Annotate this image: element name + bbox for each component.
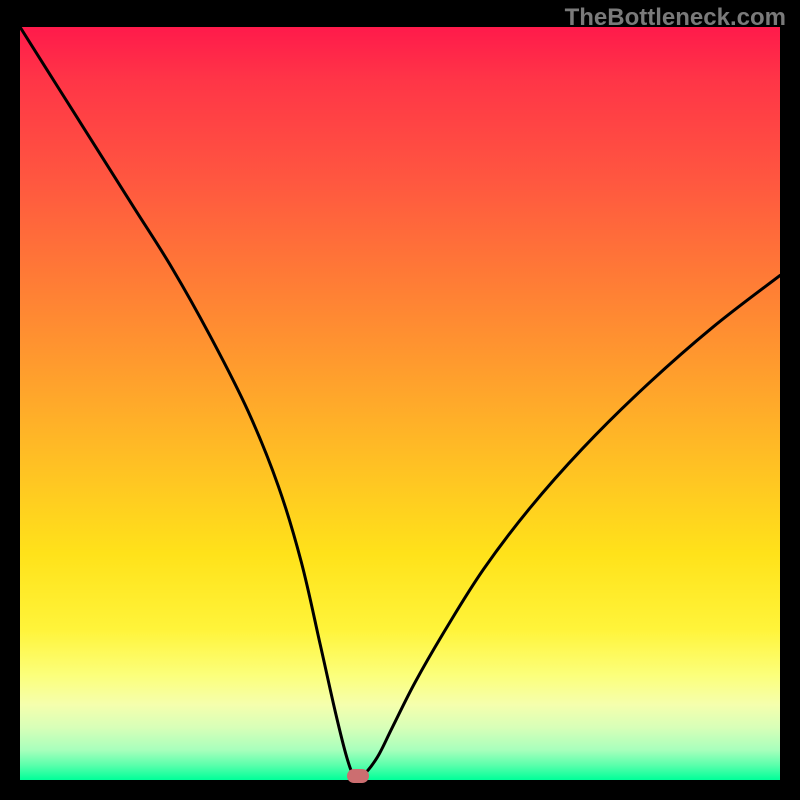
plot-area bbox=[20, 27, 780, 780]
bottleneck-curve bbox=[20, 27, 780, 779]
watermark-text: TheBottleneck.com bbox=[565, 4, 786, 32]
curve-svg bbox=[20, 27, 780, 780]
optimal-point-marker bbox=[347, 769, 369, 783]
chart-container: TheBottleneck.com bbox=[0, 0, 800, 800]
